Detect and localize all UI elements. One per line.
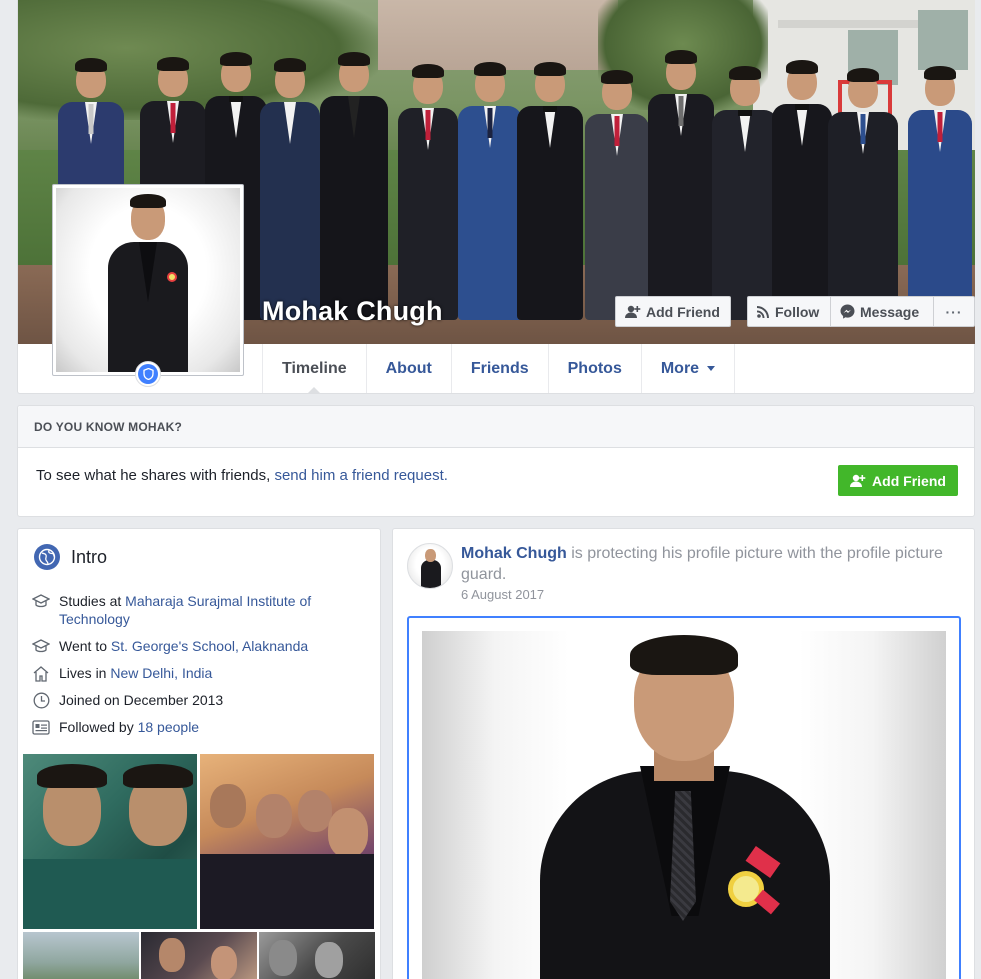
caret-down-icon — [707, 366, 716, 371]
tab-about[interactable]: About — [367, 344, 452, 393]
intro-title: Intro — [71, 546, 108, 567]
message-label: Message — [860, 303, 920, 320]
clock-icon — [32, 691, 50, 709]
profile-guard-badge — [135, 361, 161, 387]
post-header: Mohak Chugh is protecting his profile pi… — [461, 543, 951, 585]
add-friend-primary-label: Add Friend — [872, 472, 946, 489]
do-you-know-header: DO YOU KNOW MOHAK? — [18, 406, 974, 448]
tab-friends[interactable]: Friends — [452, 344, 549, 393]
tab-friends-label: Friends — [470, 359, 529, 377]
do-you-know-message: To see what he shares with friends, — [36, 467, 275, 484]
intro-item-lives: Lives in New Delhi, India — [32, 664, 362, 682]
add-friend-primary-button[interactable]: Add Friend — [838, 465, 958, 496]
post-author-avatar[interactable] — [407, 543, 453, 589]
intro-item-joined: Joined on December 2013 — [32, 691, 362, 709]
tab-photos-label: Photos — [567, 359, 622, 377]
tab-more-label: More — [660, 359, 700, 377]
more-options-button[interactable]: ··· — [934, 296, 975, 327]
intro-lives-prefix: Lives in — [59, 665, 111, 681]
do-you-know-card: DO YOU KNOW MOHAK? To see what he shares… — [17, 405, 975, 517]
message-button[interactable]: Message — [831, 296, 934, 327]
intro-studies-prefix: Studies at — [59, 593, 126, 609]
messenger-icon — [840, 304, 855, 319]
rss-follow-icon — [757, 306, 769, 318]
profile-tabs: Timeline About Friends Photos More — [262, 344, 736, 394]
more-dots-icon: ··· — [945, 303, 963, 320]
intro-followed-link[interactable]: 18 people — [138, 719, 200, 735]
send-friend-request-link[interactable]: send him a friend request. — [274, 467, 447, 484]
globe-icon — [34, 544, 60, 570]
tab-photos[interactable]: Photos — [549, 344, 642, 393]
graduation-cap-icon — [32, 637, 50, 655]
intro-followed-prefix: Followed by — [59, 719, 138, 735]
shield-icon — [142, 368, 154, 380]
follow-button[interactable]: Follow — [747, 296, 831, 327]
intro-joined-text: Joined on December 2013 — [59, 692, 224, 708]
photo-thumbnail[interactable] — [200, 754, 374, 929]
add-friend-button[interactable]: Add Friend — [615, 296, 731, 327]
photo-thumbnail[interactable] — [141, 932, 257, 979]
tab-timeline[interactable]: Timeline — [263, 344, 367, 394]
home-icon — [32, 664, 50, 682]
do-you-know-text: To see what he shares with friends, send… — [36, 467, 448, 484]
tab-timeline-label: Timeline — [282, 359, 347, 377]
add-friend-icon — [850, 474, 866, 487]
photo-thumbnail[interactable] — [259, 932, 375, 979]
intro-item-studies: Studies at Maharaja Surajmal Institute o… — [32, 592, 362, 628]
tab-more[interactable]: More — [642, 344, 736, 393]
intro-school-link[interactable]: St. George's School, Alaknanda — [111, 638, 308, 654]
photo-thumbnail[interactable] — [23, 754, 197, 929]
follow-label: Follow — [775, 303, 820, 320]
profile-name[interactable]: Mohak Chugh — [262, 296, 443, 327]
intro-school-prefix: Went to — [59, 638, 111, 654]
intro-item-followed: Followed by 18 people — [32, 718, 362, 736]
intro-header: Intro — [34, 544, 107, 570]
intro-card: Intro Studies at Maharaja Surajmal Insti… — [17, 528, 381, 979]
photo-thumbnail[interactable] — [23, 932, 139, 979]
graduation-cap-icon — [32, 592, 50, 610]
add-friend-icon — [625, 305, 641, 318]
intro-lives-link[interactable]: New Delhi, India — [110, 665, 212, 681]
intro-item-school: Went to St. George's School, Alaknanda — [32, 637, 362, 655]
profile-picture[interactable] — [52, 184, 244, 376]
post-image-frame[interactable] — [407, 616, 961, 979]
post-date[interactable]: 6 August 2017 — [461, 587, 544, 602]
timeline-post: Mohak Chugh is protecting his profile pi… — [392, 528, 975, 979]
post-profile-picture — [422, 631, 946, 979]
add-friend-label: Add Friend — [646, 303, 720, 320]
profile-picture-image — [56, 188, 240, 372]
tab-about-label: About — [385, 359, 432, 377]
post-author-name[interactable]: Mohak Chugh — [461, 545, 567, 562]
followers-icon — [32, 718, 50, 736]
profile-header: Mohak Chugh Add Friend Follow Message ··… — [17, 0, 975, 394]
